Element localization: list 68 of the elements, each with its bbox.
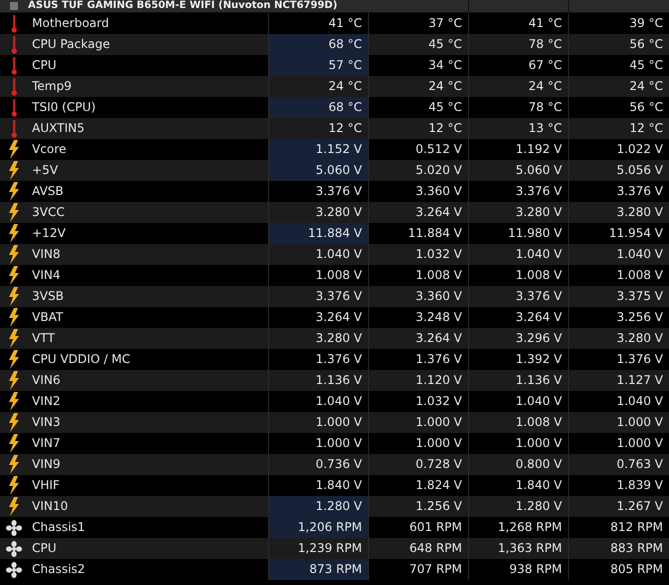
- sensor-name: +5V: [31, 162, 59, 179]
- current-value: 5.060 V: [268, 160, 368, 181]
- sensor-name: VIN2: [31, 393, 62, 410]
- sensor-name: CPU: [31, 540, 58, 557]
- current-value: 1.280 V: [268, 496, 368, 517]
- lightning-icon: [8, 266, 20, 285]
- lightning-icon: [8, 476, 20, 495]
- lightning-icon: [8, 371, 20, 390]
- thermometer-icon: [11, 120, 17, 138]
- thermometer-icon: [11, 36, 17, 54]
- average-value: 805 RPM: [568, 559, 669, 580]
- sensor-name: AUXTIN5: [31, 120, 86, 137]
- sensor-name: AVSB: [31, 183, 64, 200]
- sensor-name: VTT: [31, 330, 56, 347]
- sensor-name: VBAT: [31, 309, 64, 326]
- current-value: 11.884 V: [268, 223, 368, 244]
- lightning-icon: [8, 182, 20, 201]
- current-value: 68 °C: [268, 34, 368, 55]
- lightning-icon: [8, 434, 20, 453]
- lightning-icon: [8, 308, 20, 327]
- current-value: 873 RPM: [268, 559, 368, 580]
- sensor-name: Vcore: [31, 141, 68, 158]
- maximum-value: 938 RPM: [468, 559, 568, 580]
- sensor-name: CPU VDDIO / MC: [31, 351, 132, 368]
- thermometer-icon: [11, 78, 17, 96]
- sensor-name: VIN6: [31, 372, 62, 389]
- current-value: 68 °C: [268, 97, 368, 118]
- current-value: 1,206 RPM: [268, 517, 368, 538]
- current-value: 57 °C: [268, 55, 368, 76]
- fan-icon: [6, 540, 22, 556]
- lightning-icon: [8, 224, 20, 243]
- lightning-icon: [8, 161, 20, 180]
- sensor-name: VIN8: [31, 246, 62, 263]
- thermometer-icon: [11, 56, 17, 74]
- sensor-name: Motherboard: [31, 15, 110, 32]
- sensor-name: VIN3: [31, 414, 62, 431]
- sensor-name: Chassis1: [31, 519, 86, 536]
- lightning-icon: [8, 140, 20, 159]
- lightning-icon: [8, 287, 20, 306]
- fan-icon: [6, 520, 22, 536]
- sensor-name: Chassis2: [31, 561, 86, 578]
- lightning-icon: [8, 413, 20, 432]
- sensor-name: TSI0 (CPU): [31, 99, 97, 116]
- sensor-name: VIN10: [31, 498, 69, 515]
- sensor-name: CPU: [31, 57, 58, 74]
- sensor-name: 3VCC: [31, 204, 66, 221]
- lightning-icon: [8, 350, 20, 369]
- lightning-icon: [8, 329, 20, 348]
- sensor-name: CPU Package: [31, 36, 111, 53]
- thermometer-icon: [11, 98, 17, 116]
- sensor-name: +12V: [31, 225, 67, 242]
- sensor-name: VIN7: [31, 435, 62, 452]
- lightning-icon: [8, 497, 20, 516]
- sensor-name: VIN4: [31, 267, 62, 284]
- minimum-value: 707 RPM: [368, 559, 468, 580]
- device-title: ASUS TUF GAMING B650M-E WIFI (Nuvoton NCT6799D): [28, 0, 338, 12]
- sensor-name: VHIF: [31, 477, 61, 494]
- sensor-name: 3VSB: [31, 288, 65, 305]
- chip-icon: [9, 1, 19, 11]
- fan-icon: [6, 562, 22, 578]
- sensor-name: VIN9: [31, 456, 62, 473]
- current-value: 1.152 V: [268, 139, 368, 160]
- lightning-icon: [8, 203, 20, 222]
- lightning-icon: [8, 392, 20, 411]
- thermometer-icon: [11, 14, 17, 32]
- lightning-icon: [8, 245, 20, 264]
- lightning-icon: [8, 455, 20, 474]
- sensor-name: Temp9: [31, 78, 73, 95]
